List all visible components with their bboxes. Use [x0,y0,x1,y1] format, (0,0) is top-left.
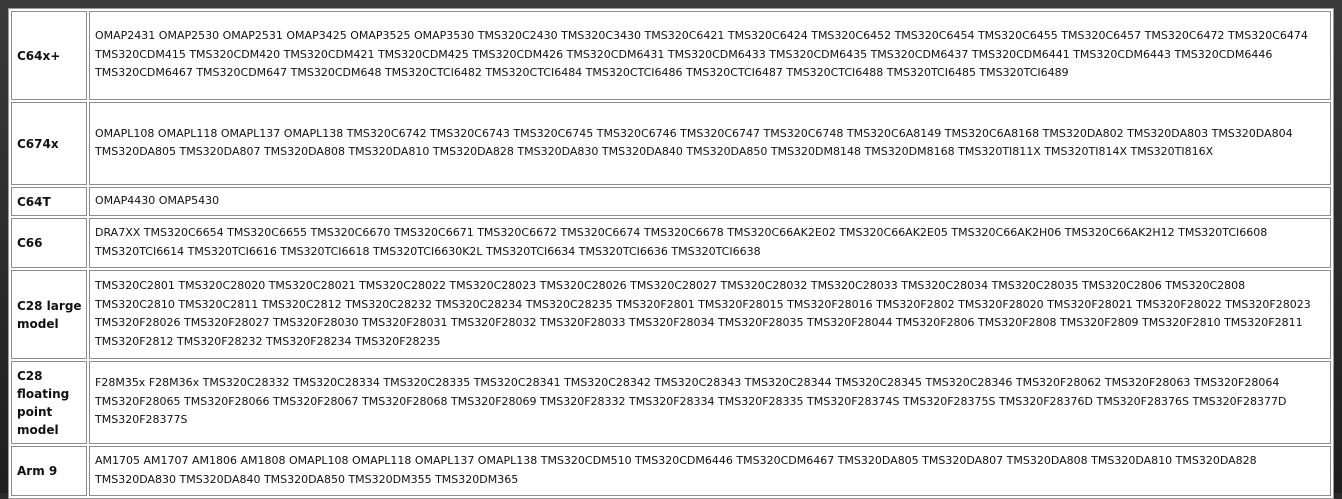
family-cell: C64T [11,187,87,216]
family-cell: C64x+ [11,11,87,100]
table-row: C674x OMAPL108 OMAPL118 OMAPL137 OMAPL13… [11,102,1331,185]
family-cell: C66 [11,218,87,268]
table-row: C28 large model TMS320C2801 TMS320C28020… [11,270,1331,359]
family-cell: C28 large model [11,270,87,359]
devices-cell: F28M35x F28M36x TMS320C28332 TMS320C2833… [89,361,1331,444]
devices-cell: AM1705 AM1707 AM1806 AM1808 OMAPL108 OMA… [89,446,1331,496]
family-cell: C674x [11,102,87,185]
table-row: C64x+ OMAP2431 OMAP2530 OMAP2531 OMAP342… [11,11,1331,100]
table-row: C28 floating point model F28M35x F28M36x… [11,361,1331,444]
devices-cell: OMAPL108 OMAPL118 OMAPL137 OMAPL138 TMS3… [89,102,1331,185]
devices-cell: OMAP2431 OMAP2530 OMAP2531 OMAP3425 OMAP… [89,11,1331,100]
devices-cell: OMAP4430 OMAP5430 [89,187,1331,216]
devices-cell: DRA7XX TMS320C6654 TMS320C6655 TMS320C66… [89,218,1331,268]
window-frame: C64x+ OMAP2431 OMAP2530 OMAP2531 OMAP342… [0,0,1342,499]
table-row: C66 DRA7XX TMS320C6654 TMS320C6655 TMS32… [11,218,1331,268]
family-cell: Arm 9 [11,446,87,496]
table-row: C64T OMAP4430 OMAP5430 [11,187,1331,216]
devices-cell: TMS320C2801 TMS320C28020 TMS320C28021 TM… [89,270,1331,359]
family-cell: C28 floating point model [11,361,87,444]
table-row: Arm 9 AM1705 AM1707 AM1806 AM1808 OMAPL1… [11,446,1331,496]
device-support-table: C64x+ OMAP2431 OMAP2530 OMAP2531 OMAP342… [8,8,1334,499]
